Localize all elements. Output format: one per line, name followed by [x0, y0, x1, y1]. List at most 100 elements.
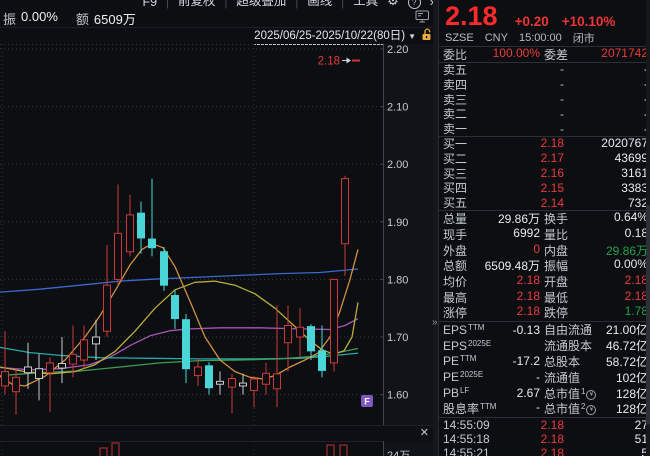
stat-label: 均价 [443, 273, 467, 290]
financial-pair: 流通股本46.72亿 [544, 337, 648, 354]
toolbar-forward-adjust-button[interactable]: 前复权 [178, 0, 216, 9]
buy-level-row[interactable]: 买三2.163161 [443, 166, 648, 181]
financial-pair: PE2025E- [443, 370, 540, 384]
financial-pair: 股息率TTM- [443, 400, 540, 417]
stat-strip: 振0.00% 额6509万 [3, 10, 148, 26]
candle-body [104, 285, 111, 331]
candle-body [331, 279, 338, 363]
stat-value: 0.00% [568, 257, 648, 274]
financial-label: 股息率TTM [443, 400, 496, 417]
toolbar-draw-line-button[interactable]: 画线 [307, 0, 332, 9]
chart-toolbar: F9| 前复权| 超级叠加| 画线| 工具 ⚙ ? » [0, 0, 437, 9]
arrow-head [347, 58, 352, 64]
tick-quantity: 51 [564, 432, 648, 446]
financial-label-sup: TTM [460, 354, 476, 363]
help-icon[interactable]: ? [408, 0, 421, 9]
event-f-badge[interactable]: F [361, 395, 373, 407]
yen-circle-icon: ¥ [586, 390, 596, 400]
candle-body [70, 354, 77, 364]
tick-row: 14:55:212.185 [443, 446, 648, 456]
financial-row: 股息率TTM-总市值2¥128亿 [443, 401, 648, 417]
svg-text:F: F [364, 397, 370, 407]
stat-pair: 均价2.18 [443, 273, 540, 290]
buy-price: 2.16 [479, 166, 564, 180]
tick-time: 14:55:09 [443, 418, 503, 432]
volume-axis-label: 24万 [387, 450, 410, 456]
candle-body [93, 337, 100, 344]
buy-level-row[interactable]: 买一2.182020767 [443, 136, 648, 151]
stat-pair: 量比0.18 [544, 226, 648, 243]
tick-price: 2.18 [503, 446, 564, 456]
sell-level-row[interactable]: 卖一-- [443, 121, 648, 136]
buy-level-row[interactable]: 买四2.153383 [443, 180, 648, 195]
chevron-down-icon[interactable]: ▼ [408, 32, 416, 41]
stat-value: 1.78 [568, 304, 648, 321]
panel-scrollbar[interactable] [646, 0, 650, 456]
financial-label: 总股本 [544, 353, 580, 370]
sell-quantity: - [564, 107, 648, 121]
close-icon[interactable]: ✕ [420, 426, 429, 439]
financial-label: PETTM [443, 354, 476, 368]
stat-label: 跌停 [544, 304, 568, 321]
buy-level-label: 买五 [443, 194, 479, 211]
unlock-icon[interactable] [421, 28, 433, 44]
sell-level-row[interactable]: 卖五-- [443, 62, 648, 77]
collapse-handle-icon[interactable]: » [432, 317, 438, 328]
y-axis-label: 1.60 [387, 390, 408, 402]
buy-level-row[interactable]: 买五2.14732 [443, 195, 648, 210]
scrollbar-thumb[interactable] [646, 205, 650, 425]
sell-quantity: - [564, 77, 648, 91]
turnover-label: 额 [76, 9, 89, 28]
stat-row: 总量29.86万换手0.64% [443, 211, 648, 227]
gear-icon[interactable]: ⚙ [387, 0, 399, 9]
buy-level-row[interactable]: 买二2.1743699 [443, 151, 648, 166]
weicha-value: 2071742 [568, 46, 648, 63]
amplitude-value: 0.00% [21, 9, 58, 28]
quote-time: 15:00:00 [519, 32, 562, 44]
financial-value: 58.72亿 [580, 353, 648, 370]
financial-label: 自由流通 [544, 321, 592, 338]
candle-body [47, 363, 54, 373]
stat-value: 0.64% [568, 210, 648, 227]
stat-pair: 开盘2.18 [544, 273, 648, 290]
stat-value: 0 [467, 242, 540, 259]
tick-price: 2.18 [503, 432, 564, 446]
sell-level-row[interactable]: 卖三-- [443, 92, 648, 107]
candle-body [206, 366, 213, 388]
candle-body [127, 215, 134, 252]
buy-price: 2.18 [479, 136, 564, 150]
y-axis-label: 2.00 [387, 159, 408, 171]
sell-level-row[interactable]: 卖二-- [443, 106, 648, 121]
financial-value: -0.13 [484, 323, 540, 337]
buy-levels: 买一2.182020767买二2.1743699买三2.163161买四2.15… [439, 136, 650, 211]
stat-label: 最低 [544, 289, 568, 306]
candle-body [81, 340, 88, 360]
toolbar-f9-button[interactable]: F9 [143, 0, 158, 9]
candle-body [36, 369, 43, 379]
volume-bar [112, 443, 119, 456]
stat-pair: 最低2.18 [544, 289, 648, 306]
exchange-name: SZSE [445, 32, 474, 44]
candle-body [308, 327, 315, 351]
market-status: 闭市 [573, 30, 595, 46]
buy-quantity: 3383 [564, 181, 648, 195]
toolbar-separator: | [224, 0, 227, 9]
candle-body [285, 325, 292, 342]
toolbar-tools-button[interactable]: 工具 [353, 0, 378, 9]
buy-quantity: 43699 [564, 151, 648, 165]
last-price: 2.18 [445, 3, 498, 30]
sell-price: - [479, 107, 564, 121]
toolbar-separator: | [295, 0, 298, 9]
volume-bar [327, 445, 334, 456]
kline-chart[interactable]: 2.202.102.001.901.801.701.602.18F [0, 44, 433, 425]
tick-row: 14:55:182.1851 [443, 432, 648, 446]
financial-label-sup: LF [460, 386, 469, 395]
candle-body [342, 179, 349, 244]
financial-value: 2.67 [469, 386, 540, 400]
stat-pair: 外盘0 [443, 242, 540, 259]
stat-pair: 涨停2.18 [443, 304, 540, 321]
date-range-link[interactable]: 2025/06/25-2025/10/22(80日) [254, 27, 405, 45]
toolbar-super-overlay-button[interactable]: 超级叠加 [236, 0, 286, 9]
stat-pair: 换手0.64% [544, 210, 648, 227]
sell-level-row[interactable]: 卖四-- [443, 77, 648, 92]
